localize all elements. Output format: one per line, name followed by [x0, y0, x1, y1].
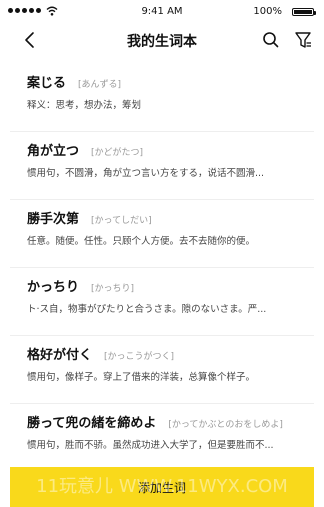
navigation-bar: 我的生词本: [0, 22, 324, 60]
word-reading: [かってしだい]: [91, 216, 152, 226]
word-meaning: 惯用句，像样子。穿上了借来的洋装，总算像个样子。: [27, 372, 256, 383]
word-meaning: 任意。随便。任性。只顾个人方便。去不去随你的便。: [27, 236, 256, 247]
add-word-button[interactable]: 添加生词: [10, 467, 314, 507]
word-meaning: 惯用句，胜而不骄。虽然成功进入大学了，但是要胜而不...: [27, 440, 274, 451]
word-title: 勝って兜の緒を締めよ: [27, 416, 157, 431]
word-title: 勝手次第: [27, 212, 80, 227]
word-reading: [かっこうがつく]: [104, 352, 175, 362]
word-reading: [かってかぶとのおをしめよ]: [168, 420, 283, 430]
word-list-item[interactable]: 案じる [あんずる] 释义：思考，想办法，筹划: [10, 64, 314, 132]
word-title: かっちり: [27, 280, 80, 295]
word-list-item[interactable]: 勝って兜の緒を締めよ [かってかぶとのおをしめよ] 惯用句，胜而不骄。虽然成功进…: [10, 404, 314, 472]
word-reading: [かっちり]: [91, 284, 135, 294]
word-title: 案じる: [27, 76, 67, 91]
search-icon[interactable]: [262, 31, 280, 49]
battery-percentage: 100%: [253, 6, 282, 17]
word-reading: [あんずる]: [78, 80, 122, 90]
battery-icon: [292, 8, 316, 16]
word-list-item[interactable]: 格好が付く [かっこうがつく] 惯用句，像样子。穿上了借来的洋装，总算像个样子。: [10, 336, 314, 404]
word-meaning: 惯用句，不圆滑，角が立つ言い方をする，说话不圆滑...: [27, 168, 265, 179]
add-word-label: 添加生词: [137, 480, 186, 495]
filter-icon[interactable]: [294, 30, 312, 50]
word-list-item[interactable]: 角が立つ [かどがたつ] 惯用句，不圆滑，角が立つ言い方をする，说话不圆滑...: [10, 132, 314, 200]
word-meaning: 释义：思考，想办法，筹划: [27, 100, 142, 111]
word-list: 案じる [あんずる] 释义：思考，想办法，筹划 角が立つ [かどがたつ] 惯用句…: [10, 64, 314, 472]
word-list-item[interactable]: 勝手次第 [かってしだい] 任意。随便。任性。只顾个人方便。去不去随你的便。: [10, 200, 314, 268]
word-title: 角が立つ: [27, 144, 80, 159]
word-title: 格好が付く: [27, 348, 93, 363]
status-bar: 9:41 AM 100%: [0, 0, 324, 22]
word-list-item[interactable]: かっちり [かっちり] ト·ス自，物事がぴたりと合うさま。隙のないさま。严...: [10, 268, 314, 336]
word-reading: [かどがたつ]: [91, 148, 144, 158]
word-meaning: ト·ス自，物事がぴたりと合うさま。隙のないさま。严...: [27, 304, 267, 315]
